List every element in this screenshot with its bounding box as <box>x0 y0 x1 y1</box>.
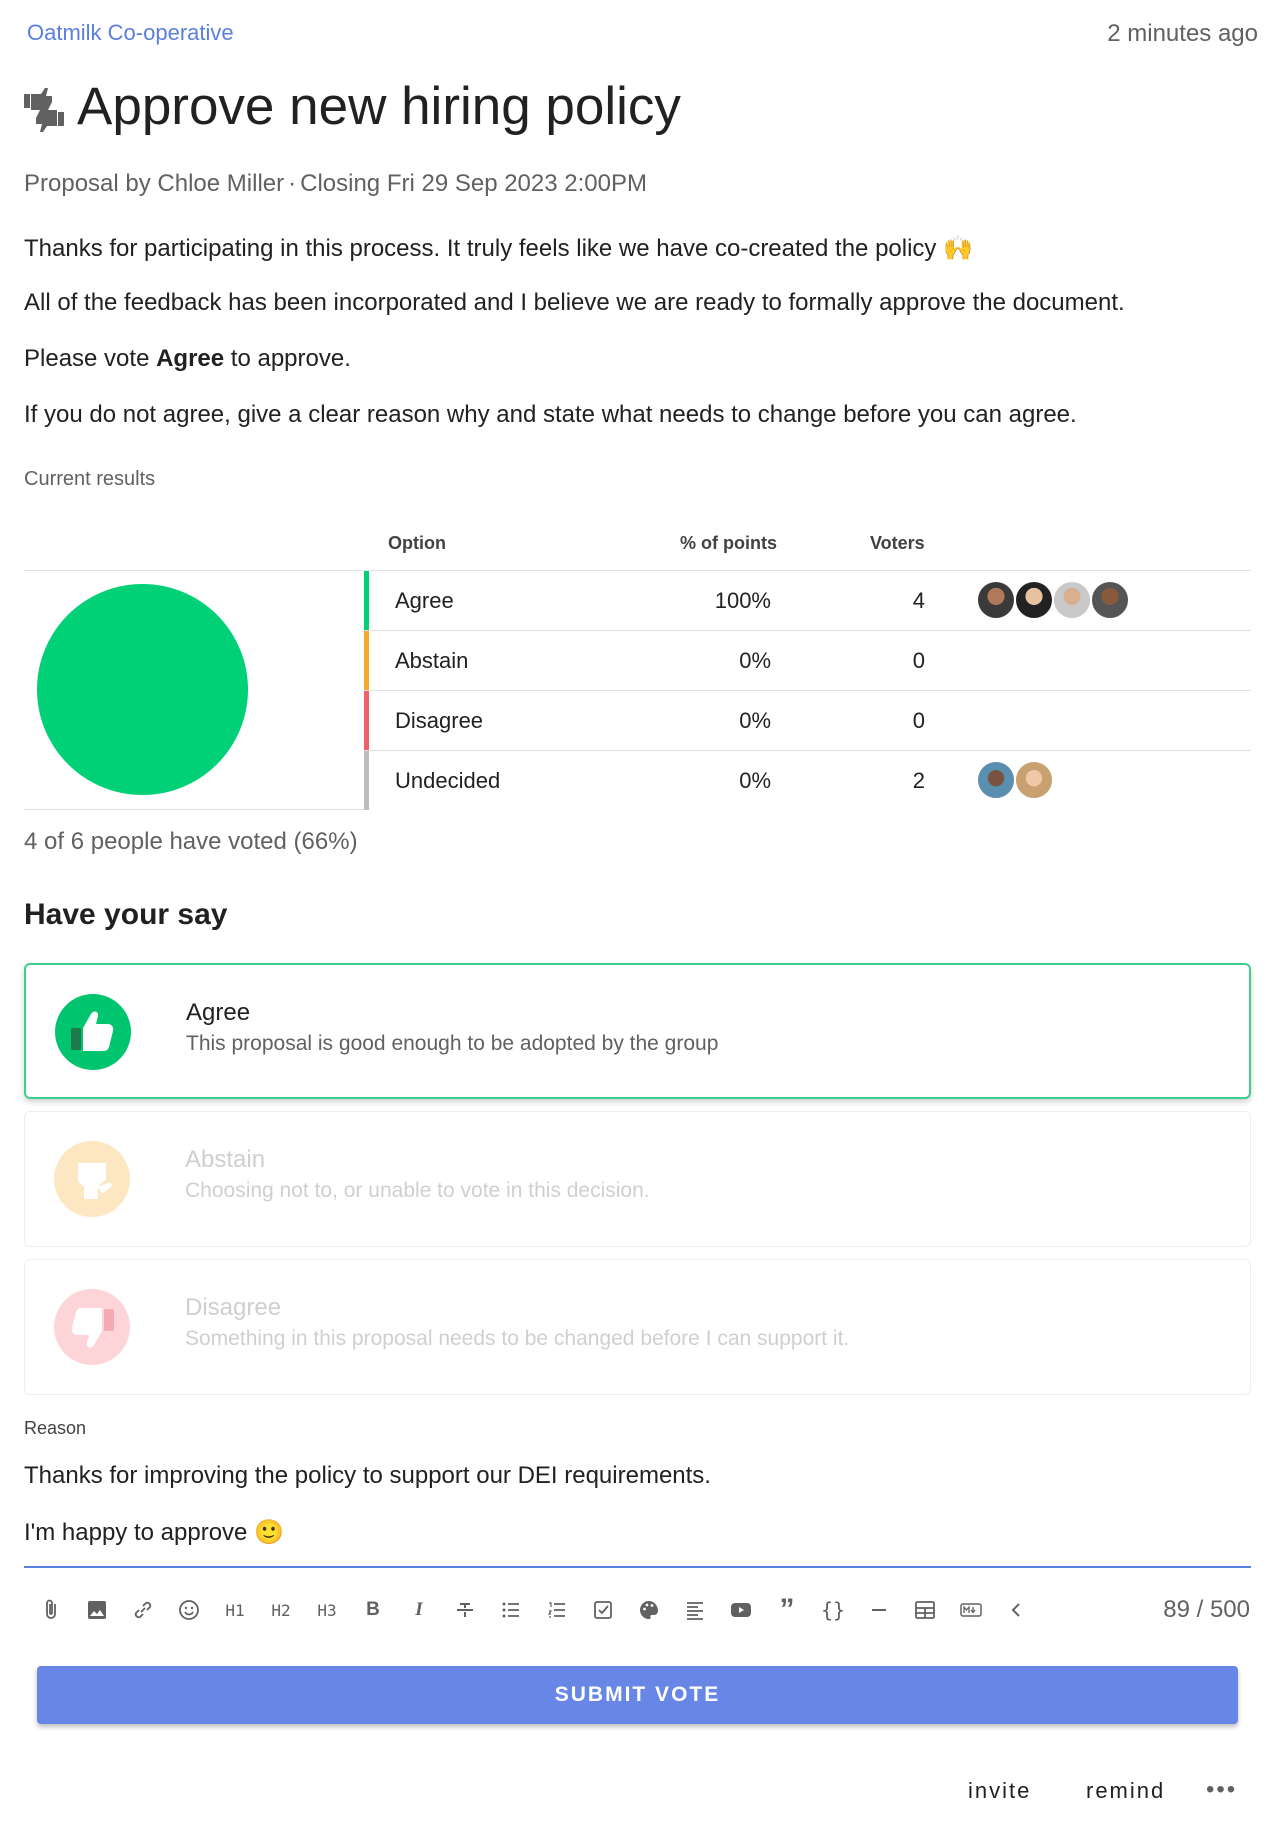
option-voters: 2 <box>912 768 925 793</box>
choice-description: This proposal is good enough to be adopt… <box>186 1032 719 1055</box>
results-row: Undecided 0% 2 <box>364 750 1251 810</box>
choice-description: Something in this proposal needs to be c… <box>185 1327 850 1350</box>
link-icon[interactable] <box>120 1590 166 1630</box>
proposal-meta: Proposal by Chloe Miller · Closing Fri 29 … <box>24 170 647 197</box>
quote-button[interactable]: ” <box>764 1590 810 1630</box>
choice-disagree[interactable]: Disagree Something in this proposal need… <box>24 1259 1251 1395</box>
choice-title: Abstain <box>185 1146 266 1173</box>
numbered-list-icon[interactable] <box>534 1590 580 1630</box>
body-paragraph-4: If you do not agree, give a clear reason… <box>24 401 1077 428</box>
video-icon[interactable] <box>718 1590 764 1630</box>
reason-label: Reason <box>24 1418 87 1438</box>
checklist-icon[interactable] <box>580 1590 626 1630</box>
reason-text-line-1[interactable]: Thanks for improving the policy to suppo… <box>24 1462 711 1490</box>
emoji-icon[interactable] <box>166 1590 212 1630</box>
submit-vote-button[interactable]: SUBMIT VOTE <box>37 1666 1238 1724</box>
heading-2-button[interactable]: H2 <box>258 1590 304 1630</box>
timestamp: 2 minutes ago <box>1107 20 1258 47</box>
results-row: Disagree 0% 0 <box>364 690 1251 750</box>
code-button[interactable]: {} <box>810 1590 856 1630</box>
vote-summary: 4 of 6 people have voted (66%) <box>24 828 358 855</box>
align-icon[interactable] <box>672 1590 718 1630</box>
results-row: Agree 100% 4 <box>364 570 1251 630</box>
pie-slice-agree <box>37 584 248 795</box>
option-name: Agree <box>395 588 454 613</box>
editor-toolbar: H1 H2 H3 B I ” {} <box>28 1590 1040 1630</box>
voter-avatars[interactable] <box>976 580 1130 620</box>
avatar[interactable] <box>1014 760 1054 800</box>
thumbs-up-icon <box>55 994 131 1070</box>
avatar[interactable] <box>1014 580 1054 620</box>
option-points: 100% <box>714 588 771 613</box>
image-icon[interactable] <box>74 1590 120 1630</box>
group-link[interactable]: Oatmilk Co-operative <box>27 20 234 46</box>
remind-button[interactable]: remind <box>1086 1778 1165 1804</box>
markdown-icon[interactable] <box>948 1590 994 1630</box>
column-header-option: Option <box>388 533 446 553</box>
body-paragraph-1: Thanks for participating in this process… <box>24 235 973 262</box>
italic-button[interactable]: I <box>396 1590 442 1630</box>
table-icon[interactable] <box>902 1590 948 1630</box>
choice-abstain[interactable]: Abstain Choosing not to, or unable to vo… <box>24 1111 1251 1247</box>
option-name: Undecided <box>395 768 501 793</box>
option-points: 0% <box>739 648 771 673</box>
closing-line: Closing Fri 29 Sep 2023 2:00PM <box>300 170 647 197</box>
thumbs-down-icon <box>54 1289 130 1365</box>
voter-avatars[interactable] <box>976 760 1054 800</box>
page-title: Approve new hiring policy <box>77 77 681 136</box>
body-paragraph-2: All of the feedback has been incorporate… <box>24 289 1125 316</box>
results-row: Abstain 0% 0 <box>364 630 1251 690</box>
palette-icon[interactable] <box>626 1590 672 1630</box>
option-voters: 0 <box>912 708 925 733</box>
avatar[interactable] <box>1052 580 1092 620</box>
option-name: Abstain <box>395 648 469 673</box>
bullet-list-icon[interactable] <box>488 1590 534 1630</box>
proposal-thumbs-icon <box>22 88 66 132</box>
column-header-points: % of points <box>680 533 777 553</box>
avatar[interactable] <box>1090 580 1130 620</box>
option-color-bar <box>364 631 369 690</box>
choice-title: Agree <box>186 999 251 1026</box>
results-pie-chart <box>37 584 248 795</box>
option-voters: 0 <box>912 648 925 673</box>
strikethrough-icon[interactable] <box>442 1590 488 1630</box>
bold-button[interactable]: B <box>350 1590 396 1630</box>
option-color-bar <box>364 691 369 750</box>
author-line[interactable]: Proposal by Chloe Miller <box>24 170 284 197</box>
reason-underline <box>24 1566 1251 1568</box>
character-counter: 89 / 500 <box>1163 1596 1250 1623</box>
body-paragraph-3: Please vote Agree to approve. <box>24 345 351 372</box>
option-voters: 4 <box>912 588 925 613</box>
avatar[interactable] <box>976 580 1016 620</box>
more-options-icon[interactable]: ••• <box>1206 1776 1237 1804</box>
invite-button[interactable]: invite <box>968 1778 1031 1804</box>
attach-file-icon[interactable] <box>28 1590 74 1630</box>
heading-3-button[interactable]: H3 <box>304 1590 350 1630</box>
vote-heading: Have your say <box>24 898 228 931</box>
agree-emphasis: Agree <box>156 345 225 372</box>
choice-agree[interactable]: Agree This proposal is good enough to be… <box>24 963 1251 1099</box>
reason-text-line-2[interactable]: I'm happy to approve 🙂 <box>24 1518 284 1547</box>
column-header-voters: Voters <box>870 533 925 553</box>
hand-icon <box>54 1141 130 1217</box>
option-points: 0% <box>739 708 771 733</box>
horizontal-rule-icon[interactable] <box>856 1590 902 1630</box>
heading-1-button[interactable]: H1 <box>212 1590 258 1630</box>
avatar[interactable] <box>976 760 1016 800</box>
results-label: Current results <box>24 468 156 490</box>
option-color-bar <box>364 751 369 810</box>
option-color-bar <box>364 571 369 630</box>
choice-description: Choosing not to, or unable to vote in th… <box>185 1179 650 1202</box>
option-name: Disagree <box>395 708 484 733</box>
collapse-toolbar-icon[interactable] <box>994 1590 1040 1630</box>
option-points: 0% <box>739 768 771 793</box>
choice-title: Disagree <box>185 1294 282 1321</box>
